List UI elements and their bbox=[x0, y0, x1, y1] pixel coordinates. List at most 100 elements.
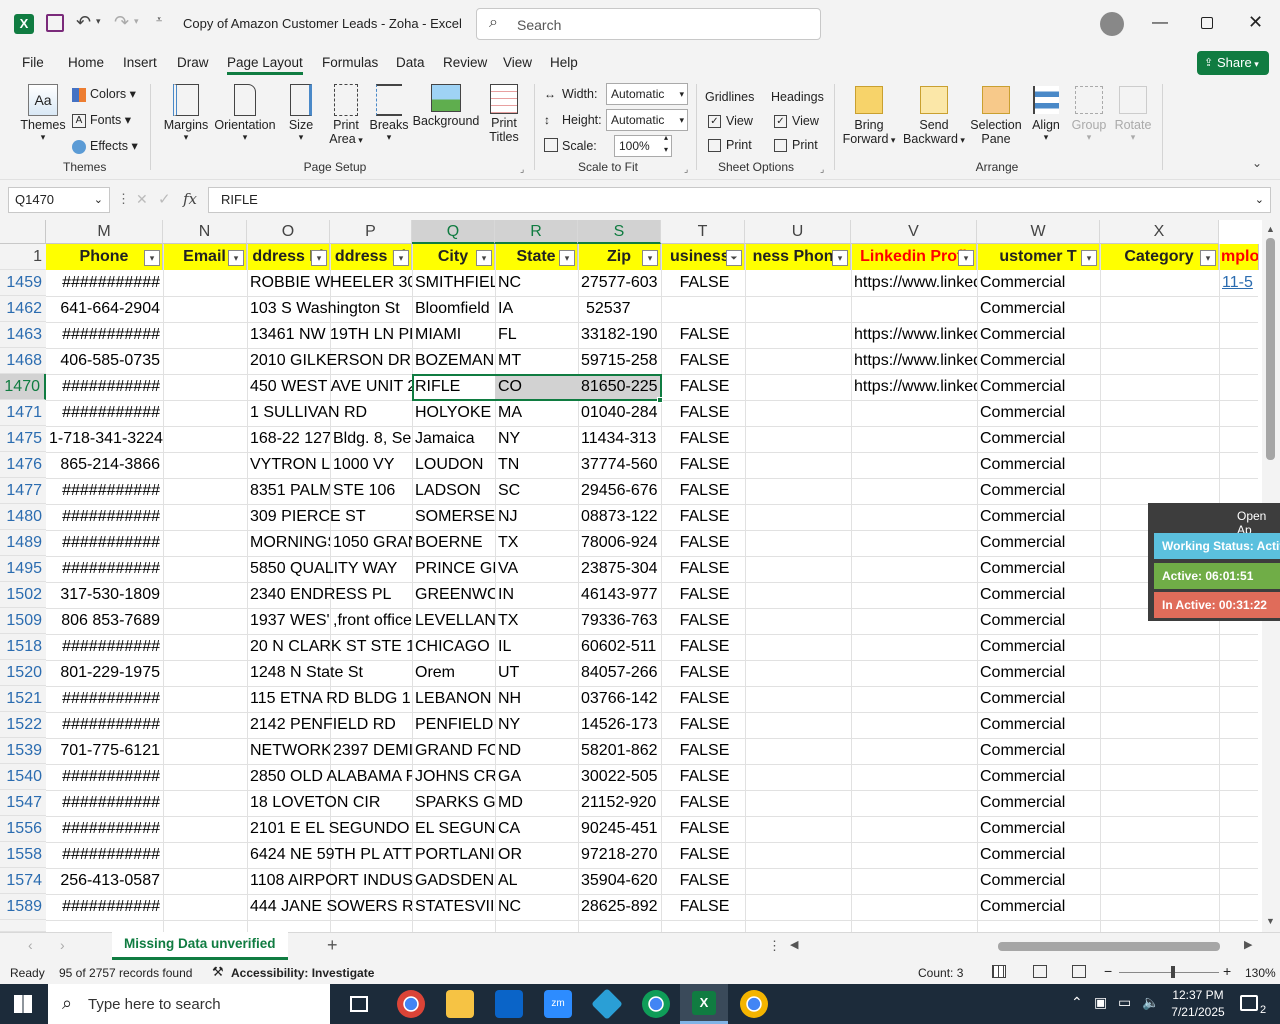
filter-dropdown-icon[interactable]: ▾ bbox=[832, 250, 848, 266]
column-header-o[interactable]: O bbox=[247, 220, 330, 244]
row-header[interactable]: 1459 bbox=[0, 270, 46, 296]
linkedin-cell[interactable]: https://www.linked bbox=[851, 322, 977, 348]
linkedin-cell[interactable] bbox=[851, 894, 977, 920]
table-cell[interactable]: 11434-313 bbox=[578, 426, 661, 452]
row-header[interactable]: 1521 bbox=[0, 686, 46, 712]
filter-dropdown-icon[interactable]: ⏷ bbox=[726, 250, 742, 266]
row-header[interactable]: 1471 bbox=[0, 400, 46, 426]
orientation-button[interactable]: Orientation ▾ bbox=[214, 84, 276, 143]
margins-button[interactable]: Margins ▾ bbox=[162, 84, 210, 143]
table-cell[interactable]: FALSE bbox=[661, 738, 745, 764]
table-cell[interactable]: FALSE bbox=[661, 270, 745, 296]
send-backward-button[interactable]: Send Backward ▾ bbox=[900, 86, 968, 146]
table-cell[interactable]: BOERNE bbox=[412, 530, 495, 556]
table-cell[interactable]: ########### bbox=[46, 816, 163, 842]
filter-dropdown-icon[interactable]: ▾ bbox=[559, 250, 575, 266]
table-cell[interactable]: STE 106 bbox=[330, 478, 412, 504]
scroll-up-icon[interactable]: ▲ bbox=[1266, 224, 1275, 234]
table-cell[interactable] bbox=[1219, 660, 1259, 686]
sheet-bar-menu-icon[interactable]: ⋮ bbox=[768, 938, 781, 954]
filter-dropdown-icon[interactable]: ▾ bbox=[1081, 250, 1097, 266]
undo-dropdown-icon[interactable]: ▾ bbox=[96, 16, 101, 27]
table-cell[interactable]: 37774-560 bbox=[578, 452, 661, 478]
table-cell[interactable] bbox=[330, 374, 412, 400]
filter-dropdown-icon[interactable]: ▾ bbox=[144, 250, 160, 266]
print-area-button[interactable]: Print Area ▾ bbox=[326, 84, 366, 146]
row-header[interactable]: 1540 bbox=[0, 764, 46, 790]
table-cell[interactable]: ########### bbox=[46, 530, 163, 556]
outlook-icon[interactable] bbox=[495, 990, 523, 1018]
table-cell[interactable]: Commercial bbox=[977, 478, 1100, 504]
table-cell[interactable] bbox=[330, 270, 412, 296]
windows-start-icon[interactable] bbox=[14, 995, 32, 1013]
linkedin-cell[interactable] bbox=[851, 790, 977, 816]
tab-view[interactable]: View bbox=[503, 55, 532, 70]
table-cell[interactable] bbox=[330, 764, 412, 790]
gridlines-print-checkbox[interactable]: Print bbox=[708, 138, 752, 153]
save-icon[interactable] bbox=[46, 14, 64, 32]
table-cell[interactable] bbox=[1219, 634, 1259, 660]
table-cell[interactable]: Commercial bbox=[977, 452, 1100, 478]
task-view-icon[interactable] bbox=[350, 996, 368, 1012]
column-header-r[interactable]: R bbox=[495, 220, 578, 244]
table-cell[interactable]: 641-664-2904 bbox=[46, 296, 163, 322]
table-cell[interactable]: 90245-451 bbox=[578, 816, 661, 842]
table-cell[interactable]: 29456-676 bbox=[578, 478, 661, 504]
row-header[interactable]: 1480 bbox=[0, 504, 46, 530]
table-cell[interactable]: FALSE bbox=[661, 764, 745, 790]
table-cell[interactable]: 60602-511 bbox=[578, 634, 661, 660]
taskbar-search[interactable]: ⌕ Type here to search bbox=[48, 984, 330, 1024]
height-select[interactable]: Automatic ▾ bbox=[606, 109, 688, 131]
table-cell[interactable]: 23875-304 bbox=[578, 556, 661, 582]
table-cell[interactable]: IN bbox=[495, 582, 578, 608]
notification-icon[interactable] bbox=[1240, 995, 1258, 1011]
table-cell[interactable]: FALSE bbox=[661, 504, 745, 530]
table-cell[interactable]: ########### bbox=[46, 374, 163, 400]
table-cell[interactable]: ########### bbox=[46, 504, 163, 530]
table-cell[interactable]: JOHNS CR bbox=[412, 764, 495, 790]
table-cell[interactable]: FALSE bbox=[661, 400, 745, 426]
table-cell[interactable]: Commercial bbox=[977, 660, 1100, 686]
undo-icon[interactable]: ↶ bbox=[76, 12, 91, 33]
table-cell[interactable]: IL bbox=[495, 634, 578, 660]
minimize-icon[interactable]: — bbox=[1152, 14, 1168, 32]
table-cell[interactable]: Commercial bbox=[977, 296, 1100, 322]
align-button[interactable]: Align ▾ bbox=[1026, 86, 1066, 143]
table-cell[interactable]: VA bbox=[495, 556, 578, 582]
table-cell[interactable] bbox=[330, 348, 412, 374]
row-header[interactable]: 1589 bbox=[0, 894, 46, 920]
table-cell[interactable]: CHICAGO bbox=[412, 634, 495, 660]
insert-function-icon[interactable]: fx bbox=[183, 190, 197, 208]
tab-insert[interactable]: Insert bbox=[123, 55, 157, 70]
table-cell[interactable]: CO bbox=[495, 374, 578, 400]
row-header[interactable]: 1468 bbox=[0, 348, 46, 374]
row-header[interactable]: 1477 bbox=[0, 478, 46, 504]
table-cell[interactable]: 01040-284 bbox=[578, 400, 661, 426]
table-cell[interactable] bbox=[330, 322, 412, 348]
zoom-slider[interactable] bbox=[1119, 972, 1219, 973]
filter-dropdown-icon[interactable]: ▾ bbox=[958, 250, 974, 266]
clock-date[interactable]: 7/21/2025 bbox=[1166, 1005, 1230, 1019]
zoom-in-icon[interactable]: + bbox=[1223, 963, 1231, 979]
table-cell[interactable] bbox=[661, 296, 745, 322]
fonts-button[interactable]: A Fonts ▾ bbox=[72, 112, 131, 128]
linkedin-cell[interactable] bbox=[851, 556, 977, 582]
colors-button[interactable]: Colors ▾ bbox=[72, 86, 136, 102]
table-cell[interactable]: 97218-270 bbox=[578, 842, 661, 868]
table-cell[interactable]: VYTRON LLC bbox=[247, 452, 330, 478]
table-cell[interactable] bbox=[1219, 894, 1259, 920]
table-cell[interactable]: 1-718-341-3224 bbox=[46, 426, 163, 452]
table-cell[interactable]: Commercial bbox=[977, 894, 1100, 920]
table-cell[interactable]: 78006-924 bbox=[578, 530, 661, 556]
table-cell[interactable]: NC bbox=[495, 270, 578, 296]
table-cell[interactable] bbox=[330, 296, 412, 322]
table-cell[interactable]: TX bbox=[495, 608, 578, 634]
table-cell[interactable] bbox=[1219, 426, 1259, 452]
table-cell[interactable]: FALSE bbox=[661, 374, 745, 400]
table-cell[interactable]: Commercial bbox=[977, 816, 1100, 842]
table-cell[interactable]: ########### bbox=[46, 764, 163, 790]
row-header[interactable]: 1547 bbox=[0, 790, 46, 816]
table-cell[interactable]: GADSDEN bbox=[412, 868, 495, 894]
sheet-tab-active[interactable]: Missing Data unverified bbox=[112, 932, 288, 960]
table-cell[interactable] bbox=[330, 816, 412, 842]
